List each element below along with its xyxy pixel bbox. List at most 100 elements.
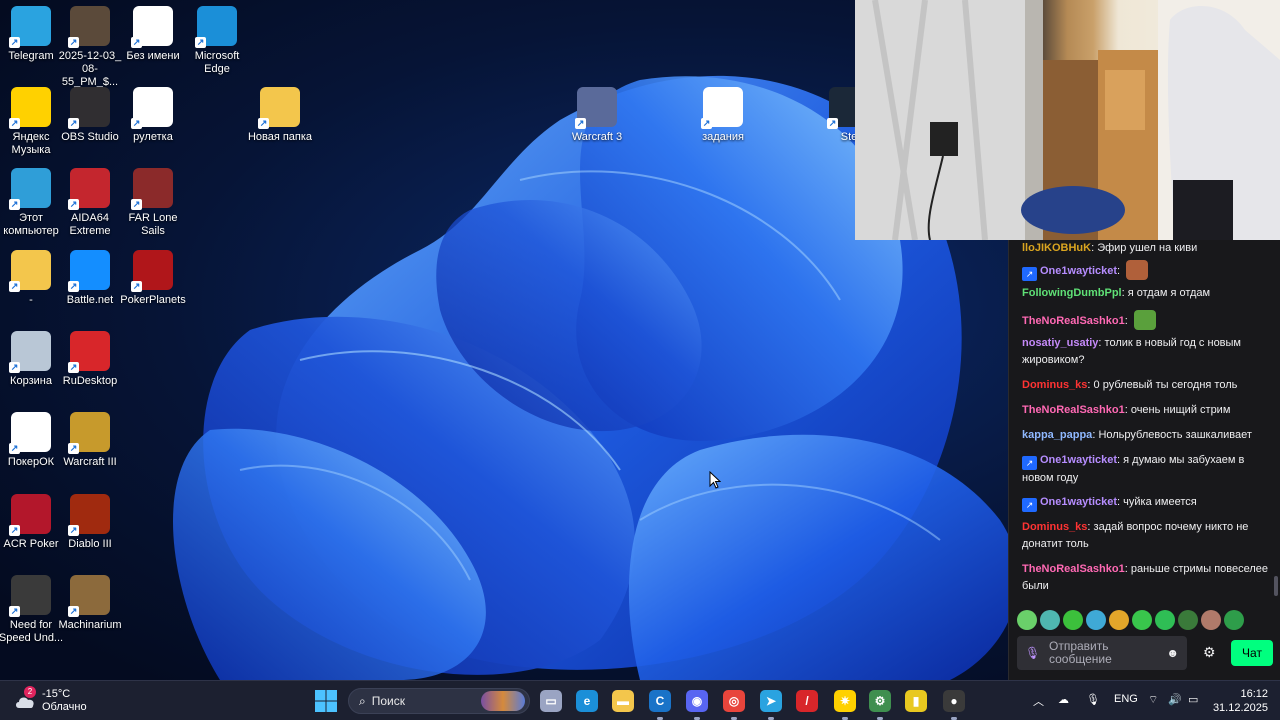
chat-scrollbar[interactable]	[1274, 576, 1278, 596]
ccleaner-icon[interactable]: C	[649, 690, 671, 712]
chat-username[interactable]: One1wayticket	[1040, 496, 1117, 508]
desktop-shortcut[interactable]: ↗ OBS Studio	[55, 87, 125, 144]
obs-icon: ↗	[68, 87, 110, 129]
desktop-shortcut[interactable]: ↗ AIDA64 Extreme	[55, 168, 125, 238]
prime-badge-icon: ↗	[1022, 498, 1037, 512]
desktop-shortcut[interactable]: ↗ задания	[688, 87, 758, 144]
rudesktop-icon[interactable]: /	[796, 690, 818, 712]
chat-username[interactable]: TheNoRealSashko1	[1022, 563, 1125, 575]
chat-message-text: Эфир ушел на киви	[1097, 242, 1198, 254]
chat-separator: :	[1124, 315, 1131, 327]
emote-picker-icon[interactable]	[1109, 610, 1129, 630]
far-lone-sails-icon: ↗	[131, 168, 173, 210]
yandex-music-icon: ↗	[9, 87, 51, 129]
desktop-shortcut[interactable]: ↗ FAR Lone Sails	[118, 168, 188, 238]
emote-picker-icon[interactable]	[1201, 610, 1221, 630]
emote-picker-icon[interactable]	[1086, 610, 1106, 630]
chat-settings-gear-icon[interactable]: ⚙	[1203, 644, 1216, 661]
file-explorer-icon[interactable]: ▬	[612, 690, 634, 712]
edge-icon[interactable]: e	[576, 690, 598, 712]
desktop-shortcut[interactable]: ↗ Warcraft 3	[562, 87, 632, 144]
battery-icon[interactable]: ▭	[1188, 693, 1198, 706]
chat-emote-icon	[1126, 260, 1149, 280]
emote-picker-icon[interactable]	[1017, 610, 1037, 630]
weather-widget[interactable]: 2 -15°C Облачно	[14, 686, 87, 715]
desktop-shortcut[interactable]: ↗ RuDesktop	[55, 331, 125, 388]
desktop-shortcut[interactable]: ↗ Warcraft III	[55, 412, 125, 469]
chat-message: Dominus_ks: 0 рублевый ты сегодня толь	[1022, 377, 1274, 394]
paint-file-icon: ↗	[131, 6, 173, 48]
language-indicator[interactable]: ENG	[1114, 693, 1138, 705]
clock-time: 16:12	[1240, 688, 1268, 700]
chat-message-text: 0 рублевый ты сегодня толь	[1093, 379, 1238, 391]
chat-input-placeholder: Отправить сообщение	[1049, 639, 1112, 666]
cloud-icon: 2	[14, 686, 36, 710]
telegram-icon: ↗	[9, 6, 51, 48]
chat-username[interactable]: lloJIKOBHuK	[1022, 242, 1091, 254]
desktop-shortcut-label: Warcraft 3	[571, 131, 623, 143]
desktop-shortcut[interactable]: ↗ PokerPlanets	[118, 250, 188, 307]
microphone-icon[interactable]: 🎙	[1086, 693, 1100, 706]
emote-picker-icon[interactable]	[1178, 610, 1198, 630]
chat-message: ↗ One1wayticket:	[1022, 260, 1274, 281]
windows-start-icon[interactable]	[314, 689, 338, 713]
emote-picker-icon[interactable]	[1040, 610, 1060, 630]
settings-app-icon[interactable]: ⚙	[869, 690, 891, 712]
chat-username[interactable]: One1wayticket	[1040, 454, 1117, 466]
discord-icon[interactable]: ◉	[686, 690, 708, 712]
shortcut-arrow-icon: ↗	[575, 118, 586, 129]
yandex-music-icon[interactable]: ✷	[834, 690, 856, 712]
desktop-shortcut[interactable]: ↗ Без имени	[118, 6, 188, 63]
emote-picker-icon[interactable]	[1155, 610, 1175, 630]
shortcut-arrow-icon: ↗	[68, 443, 79, 454]
desktop-shortcut[interactable]: ↗ Microsoft Edge	[182, 6, 252, 76]
shortcut-arrow-icon: ↗	[9, 362, 20, 373]
emoji-icon[interactable]: ☻	[1166, 646, 1179, 660]
chat-username[interactable]: Dominus_ks	[1022, 521, 1087, 533]
chat-message: Dominus_ks: задай вопрос почему никто не…	[1022, 519, 1274, 553]
chat-username[interactable]: Dominus_ks	[1022, 379, 1087, 391]
shortcut-arrow-icon: ↗	[827, 118, 838, 129]
chrome-icon[interactable]: ◎	[723, 690, 745, 712]
wifi-icon[interactable]: ⌔	[1148, 693, 1158, 707]
obs-recording-icon[interactable]: ●	[943, 690, 965, 712]
chat-input[interactable]: 🎙 Отправить сообщение ☻	[1017, 636, 1187, 670]
system-clock[interactable]: 16:12 31.12.2025	[1212, 687, 1268, 715]
shortcut-arrow-icon: ↗	[68, 525, 79, 536]
nfs-icon: ↗	[9, 575, 51, 617]
microphone-icon[interactable]: 🎙	[1025, 646, 1040, 660]
shortcut-arrow-icon: ↗	[9, 443, 20, 454]
warcraft3-icon: ↗	[68, 412, 110, 454]
onedrive-cloud-icon[interactable]: ☁	[1058, 693, 1069, 706]
chat-message-list[interactable]: lloJIKOBHuK: Эфир ушел на киви ↗ One1wayti…	[1009, 240, 1280, 600]
desktop-shortcut[interactable]: ↗ Machinarium	[55, 575, 125, 632]
chat-username[interactable]: nosatiy_usatiy	[1022, 337, 1098, 349]
chat-send-button[interactable]: Чат	[1231, 640, 1273, 666]
desktop-shortcut[interactable]: ↗ Diablo III	[55, 494, 125, 551]
desktop-shortcut-label: Battle.net	[66, 294, 114, 306]
taskbar: 2 -15°C Облачно ⌕ Поиск ▭ e ▬ C ◉ ◎ ➤ / ✷ ⚙ ▮ ● ︿ ☁…	[0, 680, 1280, 720]
desktop-shortcut[interactable]: ↗ Battle.net	[55, 250, 125, 307]
telegram-icon[interactable]: ➤	[760, 690, 782, 712]
chat-username[interactable]: FollowingDumbPpl	[1022, 287, 1122, 299]
taskbar-search-box[interactable]: ⌕ Поиск	[348, 688, 530, 714]
chat-username[interactable]: TheNoRealSashko1	[1022, 404, 1125, 416]
emote-picker-icon[interactable]	[1224, 610, 1244, 630]
emote-picker-icon[interactable]	[1063, 610, 1083, 630]
chevron-up-icon[interactable]: ︿	[1033, 693, 1044, 709]
chat-username[interactable]: kappa_pappa	[1022, 429, 1092, 441]
desktop-shortcut[interactable]: ↗ Новая папка	[245, 87, 315, 144]
clock-date: 31.12.2025	[1212, 702, 1268, 714]
task-view-icon[interactable]: ▭	[540, 690, 562, 712]
desktop-shortcut[interactable]: ↗ 2025-12-03_ 08-55_PM_$...	[55, 6, 125, 89]
volume-icon[interactable]: 🔊	[1168, 693, 1182, 706]
desktop-shortcut[interactable]: ↗ рулетка	[118, 87, 188, 144]
emote-picker-icon[interactable]	[1132, 610, 1152, 630]
yellow-app-icon[interactable]: ▮	[905, 690, 927, 712]
folder-icon: ↗	[9, 250, 51, 292]
chat-username[interactable]: TheNoRealSashko1	[1022, 315, 1125, 327]
prime-badge-icon: ↗	[1022, 267, 1037, 281]
machinarium-icon: ↗	[68, 575, 110, 617]
webcam-scene	[855, 0, 1280, 240]
chat-username[interactable]: One1wayticket	[1040, 265, 1117, 277]
